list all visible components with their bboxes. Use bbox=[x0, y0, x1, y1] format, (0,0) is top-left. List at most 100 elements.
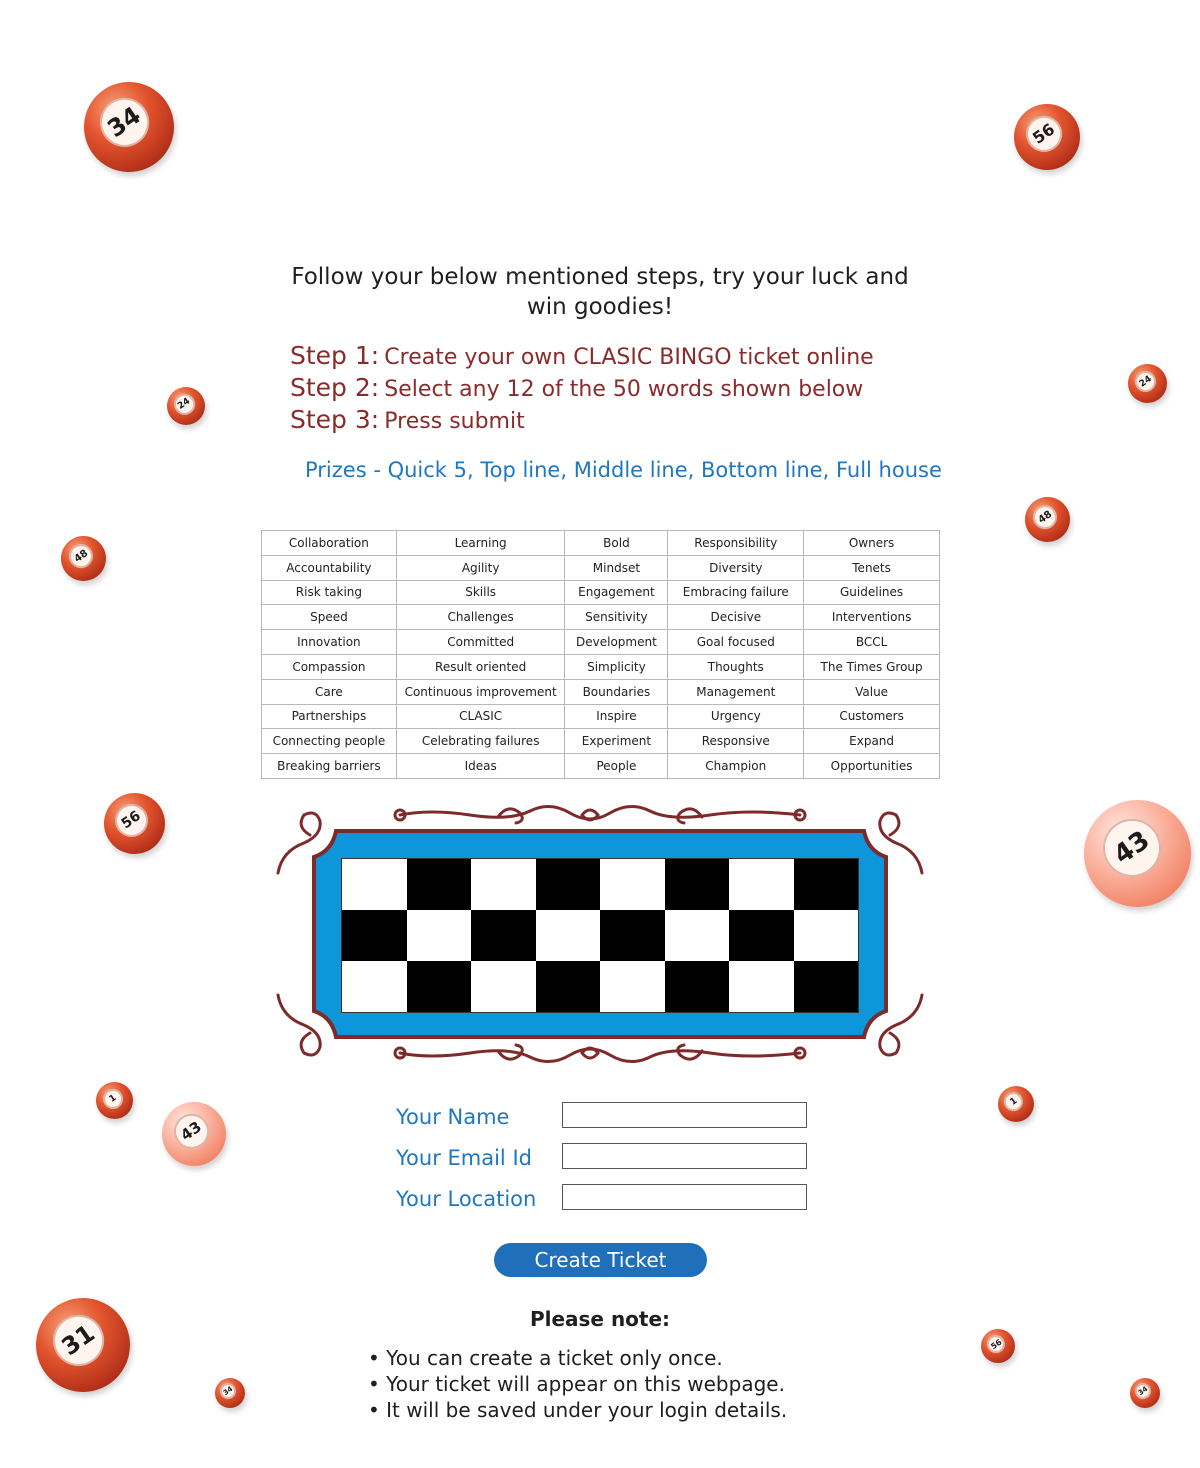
bingo-ball-number: 1 bbox=[98, 1084, 127, 1113]
word-cell[interactable]: Embracing failure bbox=[667, 579, 805, 606]
word-cell[interactable]: Continuous improvement bbox=[395, 678, 566, 705]
word-cell[interactable]: Customers bbox=[803, 703, 940, 730]
word-cell[interactable]: Result oriented bbox=[395, 653, 566, 680]
step-1: Step 1: Create your own CLASIC BINGO tic… bbox=[290, 340, 930, 372]
word-cell[interactable]: Challenges bbox=[395, 604, 566, 631]
word-cell[interactable]: Sensitivity bbox=[564, 604, 669, 631]
name-row: Your Name bbox=[396, 1102, 816, 1134]
table-row: Connecting people Celebrating failures E… bbox=[261, 728, 940, 755]
ticket-cell[interactable] bbox=[535, 961, 600, 1012]
ticket-cell[interactable] bbox=[600, 910, 665, 961]
ticket-cell[interactable] bbox=[342, 961, 407, 1012]
word-cell[interactable]: Engagement bbox=[564, 579, 669, 606]
word-cell[interactable]: Boundaries bbox=[564, 678, 669, 705]
ticket-cell[interactable] bbox=[729, 859, 794, 910]
word-cell[interactable]: Mindset bbox=[564, 554, 669, 581]
create-ticket-button[interactable]: Create Ticket bbox=[494, 1243, 707, 1277]
ticket-cell[interactable] bbox=[406, 961, 471, 1012]
word-cell[interactable]: Interventions bbox=[803, 604, 940, 631]
word-cell[interactable]: Committed bbox=[395, 629, 566, 655]
word-cell[interactable]: Innovation bbox=[261, 629, 397, 655]
bingo-ball-icon: 1 bbox=[96, 1082, 133, 1119]
bingo-ball-icon: 34 bbox=[215, 1378, 245, 1408]
word-cell[interactable]: BCCL bbox=[803, 629, 940, 655]
word-cell[interactable]: Celebrating failures bbox=[395, 728, 566, 755]
ticket-cell[interactable] bbox=[342, 910, 407, 961]
word-cell[interactable]: Collaboration bbox=[261, 530, 397, 556]
word-cell[interactable]: Responsibility bbox=[667, 530, 805, 556]
ticket-cell[interactable] bbox=[664, 910, 729, 961]
word-cell[interactable]: Learning bbox=[395, 530, 566, 556]
ticket-cell[interactable] bbox=[342, 859, 407, 910]
table-row: Care Continuous improvement Boundaries M… bbox=[261, 678, 940, 705]
ticket-cell[interactable] bbox=[535, 859, 600, 910]
word-cell[interactable]: Inspire bbox=[564, 703, 669, 730]
word-cell[interactable]: Owners bbox=[803, 530, 940, 556]
word-cell[interactable]: CLASIC bbox=[395, 703, 566, 730]
word-cell[interactable]: Simplicity bbox=[564, 653, 669, 680]
table-row: Accountability Agility Mindset Diversity… bbox=[261, 554, 940, 581]
ticket-cell[interactable] bbox=[729, 910, 794, 961]
word-cell[interactable]: Compassion bbox=[261, 653, 397, 680]
bingo-ball-number: 48 bbox=[64, 539, 99, 574]
name-input[interactable] bbox=[562, 1102, 807, 1128]
ticket-grid bbox=[341, 858, 859, 1013]
step-2-text: Select any 12 of the 50 words shown belo… bbox=[384, 377, 864, 402]
ticket-cell[interactable] bbox=[793, 910, 858, 961]
word-cell[interactable]: Guidelines bbox=[803, 579, 940, 606]
ticket-cell[interactable] bbox=[664, 859, 729, 910]
ticket-cell[interactable] bbox=[471, 961, 536, 1012]
bingo-ball-number: 31 bbox=[42, 1304, 114, 1376]
word-cell[interactable]: Ideas bbox=[395, 753, 566, 779]
word-cell[interactable]: Agility bbox=[395, 554, 566, 581]
ticket-cell[interactable] bbox=[406, 910, 471, 961]
word-cell[interactable]: People bbox=[564, 753, 669, 779]
ticket-cell[interactable] bbox=[600, 859, 665, 910]
word-cell[interactable]: Diversity bbox=[667, 554, 805, 581]
ticket-cell[interactable] bbox=[793, 961, 858, 1012]
email-input[interactable] bbox=[562, 1143, 807, 1169]
bingo-ball-number: 24 bbox=[1130, 366, 1161, 397]
table-row: Partnerships CLASIC Inspire Urgency Cust… bbox=[261, 703, 940, 730]
word-cell[interactable]: Responsive bbox=[667, 728, 805, 755]
bingo-ball-icon: 56 bbox=[981, 1329, 1015, 1363]
word-cell[interactable]: Tenets bbox=[803, 554, 940, 581]
word-cell[interactable]: Champion bbox=[667, 753, 805, 779]
ticket-cell[interactable] bbox=[535, 910, 600, 961]
word-cell[interactable]: Experiment bbox=[564, 728, 669, 755]
word-cell[interactable]: Management bbox=[667, 678, 805, 705]
note-item: It will be saved under your login detail… bbox=[368, 1397, 888, 1423]
word-cell[interactable]: Partnerships bbox=[261, 703, 397, 730]
ticket-cell[interactable] bbox=[729, 961, 794, 1012]
word-cell[interactable]: Decisive bbox=[667, 604, 805, 631]
word-cell[interactable]: Bold bbox=[564, 530, 669, 556]
word-cell[interactable]: Risk taking bbox=[261, 579, 397, 606]
bingo-ball-number: 43 bbox=[1091, 807, 1173, 889]
word-cell[interactable]: Breaking barriers bbox=[261, 753, 397, 779]
word-cell[interactable]: Connecting people bbox=[261, 728, 397, 755]
location-input[interactable] bbox=[562, 1184, 807, 1210]
location-label: Your Location bbox=[396, 1187, 537, 1211]
ticket-cell[interactable] bbox=[664, 961, 729, 1012]
ticket-cell[interactable] bbox=[471, 910, 536, 961]
word-cell[interactable]: Accountability bbox=[261, 554, 397, 581]
word-cell[interactable]: Care bbox=[261, 678, 397, 705]
email-row: Your Email Id bbox=[396, 1143, 816, 1175]
ticket-cell[interactable] bbox=[406, 859, 471, 910]
word-cell[interactable]: The Times Group bbox=[803, 653, 940, 680]
word-cell[interactable]: Thoughts bbox=[667, 653, 805, 680]
word-cell[interactable]: Speed bbox=[261, 604, 397, 631]
ticket-cell[interactable] bbox=[471, 859, 536, 910]
word-cell[interactable]: Value bbox=[803, 678, 940, 705]
bingo-ball-number: 34 bbox=[1132, 1380, 1155, 1403]
word-cell[interactable]: Development bbox=[564, 629, 669, 655]
word-cell[interactable]: Expand bbox=[803, 728, 940, 755]
ticket-cell[interactable] bbox=[793, 859, 858, 910]
bingo-ball-icon: 24 bbox=[167, 387, 205, 425]
ticket-cell[interactable] bbox=[600, 961, 665, 1012]
word-cell[interactable]: Urgency bbox=[667, 703, 805, 730]
word-cell[interactable]: Opportunities bbox=[803, 753, 940, 779]
word-cell[interactable]: Skills bbox=[395, 579, 566, 606]
bingo-ball-number: 34 bbox=[217, 1380, 240, 1403]
word-cell[interactable]: Goal focused bbox=[667, 629, 805, 655]
